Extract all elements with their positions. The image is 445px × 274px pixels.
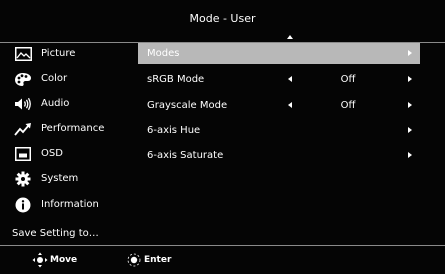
joystick-move-icon bbox=[32, 252, 48, 268]
picture-icon bbox=[14, 46, 32, 62]
sidebar-item-label: Audio bbox=[41, 98, 70, 109]
sidebar-item-label: Information bbox=[41, 199, 99, 210]
chevron-left-icon[interactable] bbox=[288, 102, 292, 108]
row-value: Off bbox=[340, 100, 356, 111]
footer-hints: Move Enter bbox=[0, 246, 445, 274]
chevron-left-icon[interactable] bbox=[288, 76, 292, 82]
osd-window-icon bbox=[14, 146, 32, 162]
save-setting-item[interactable]: Save Setting to… bbox=[12, 226, 99, 242]
sidebar-item-label: Performance bbox=[41, 123, 105, 134]
sidebar-item-label: System bbox=[41, 173, 79, 184]
sidebar-item-performance[interactable]: Performance bbox=[0, 118, 138, 140]
menu-row-6-axis-saturate[interactable]: 6-axis Saturate bbox=[138, 145, 420, 166]
chevron-right-icon[interactable] bbox=[408, 76, 412, 82]
enter-hint: Enter bbox=[126, 246, 171, 274]
sidebar-item-audio[interactable]: Audio bbox=[0, 93, 138, 115]
row-label: 6-axis Saturate bbox=[147, 150, 224, 161]
menu-title: Mode - User bbox=[189, 12, 256, 25]
sidebar-item-label: Color bbox=[41, 73, 68, 84]
row-label: Grayscale Mode bbox=[147, 100, 228, 111]
sidebar-item-osd[interactable]: OSD bbox=[0, 143, 138, 165]
move-label: Move bbox=[50, 255, 78, 265]
gear-icon bbox=[14, 171, 32, 187]
sidebar-item-color[interactable]: Color bbox=[0, 68, 138, 90]
sidebar-item-label: OSD bbox=[41, 148, 63, 159]
sidebar-item-information[interactable]: Information bbox=[0, 194, 138, 216]
sidebar: Picture Color Audio Performance OSD Syst… bbox=[0, 43, 138, 243]
menu-row-modes[interactable]: Modes bbox=[138, 43, 420, 64]
sidebar-item-system[interactable]: System bbox=[0, 168, 138, 190]
row-label: sRGB Mode bbox=[147, 74, 205, 85]
sidebar-item-label: Picture bbox=[41, 48, 76, 59]
enter-label: Enter bbox=[144, 255, 172, 265]
menu-row-grayscale-mode[interactable]: Grayscale Mode Off bbox=[138, 95, 420, 116]
speaker-icon bbox=[14, 96, 32, 112]
trend-arrow-icon bbox=[14, 121, 32, 137]
joystick-press-icon bbox=[127, 253, 141, 267]
chevron-right-icon[interactable] bbox=[408, 152, 412, 158]
sidebar-item-picture[interactable]: Picture bbox=[0, 43, 138, 65]
palette-icon bbox=[14, 71, 32, 87]
menu-row-srgb-mode[interactable]: sRGB Mode Off bbox=[138, 69, 420, 90]
row-label: 6-axis Hue bbox=[147, 125, 201, 136]
chevron-right-icon[interactable] bbox=[408, 127, 412, 133]
menu-row-6-axis-hue[interactable]: 6-axis Hue bbox=[138, 120, 420, 141]
chevron-right-icon[interactable] bbox=[408, 50, 412, 56]
row-label: Modes bbox=[147, 48, 180, 59]
scroll-up-icon[interactable] bbox=[287, 35, 293, 39]
chevron-right-icon[interactable] bbox=[408, 102, 412, 108]
info-icon bbox=[14, 197, 32, 213]
move-hint: Move bbox=[32, 246, 77, 274]
settings-panel: Modes sRGB Mode Off Grayscale Mode Off 6… bbox=[138, 43, 445, 243]
osd-menu: Mode - User Picture Color Audio Performa… bbox=[0, 0, 445, 274]
row-value: Off bbox=[340, 74, 356, 85]
